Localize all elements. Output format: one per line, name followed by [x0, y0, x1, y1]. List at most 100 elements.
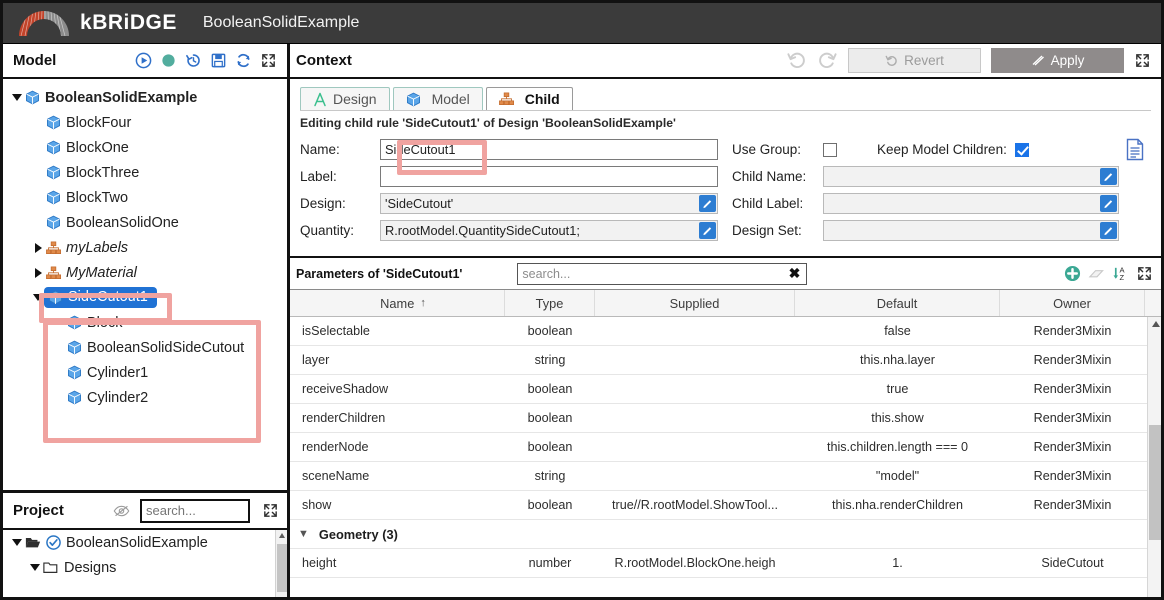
- history-icon[interactable]: [185, 52, 202, 69]
- tab-child[interactable]: Child: [485, 87, 573, 110]
- scroll-up-arrow-icon[interactable]: [1152, 321, 1160, 327]
- form-field-label: Design Set:: [732, 223, 802, 238]
- keep-model-children-checkbox[interactable]: [1014, 142, 1029, 157]
- form-field-input[interactable]: R.rootModel.QuantitySideCutout1;: [380, 220, 718, 241]
- form-field-input[interactable]: 'SideCutout': [380, 193, 718, 214]
- add-icon[interactable]: [1064, 265, 1081, 282]
- column-header-default[interactable]: Default: [795, 290, 1000, 316]
- model-tree-item[interactable]: BlockFour: [3, 110, 287, 135]
- model-tree-item[interactable]: BlockOne: [3, 135, 287, 160]
- edit-pencil-icon[interactable]: [1100, 222, 1117, 239]
- parameters-search-placeholder[interactable]: search...: [522, 267, 786, 281]
- edit-pencil-icon[interactable]: [699, 195, 716, 212]
- table-row[interactable]: layer string this.nha.layer Render3Mixin: [290, 346, 1161, 375]
- tab-model[interactable]: Model: [392, 87, 483, 110]
- table-row[interactable]: show boolean true//R.rootModel.ShowTool...…: [290, 491, 1161, 520]
- left-panel: Model BooleanSolidExample BlockFour Bloc…: [3, 44, 290, 597]
- model-tree-item[interactable]: Block: [3, 310, 287, 335]
- selected-item-pill[interactable]: SideCutout1: [44, 287, 157, 308]
- table-group-row[interactable]: ▼ Geometry (3): [290, 520, 1161, 549]
- table-row[interactable]: isSelectable boolean false Render3Mixin: [290, 317, 1161, 346]
- model-tree-item[interactable]: SideCutout1: [3, 285, 287, 310]
- model-tree-item[interactable]: BooleanSolidSideCutout: [3, 335, 287, 360]
- scroll-up-arrow-icon[interactable]: [279, 533, 285, 538]
- sort-az-icon[interactable]: A Z: [1112, 265, 1129, 282]
- column-header-name[interactable]: Name ↑: [290, 290, 505, 316]
- document-icon[interactable]: [1125, 138, 1145, 161]
- undo-icon[interactable]: [786, 50, 807, 71]
- table-row[interactable]: renderNode boolean this.children.length ==…: [290, 433, 1161, 462]
- parameters-scrollbar[interactable]: [1147, 317, 1161, 597]
- model-tree-item[interactable]: Cylinder1: [3, 360, 287, 385]
- table-row[interactable]: height number R.rootModel.BlockOne.heigh 1.…: [290, 549, 1161, 578]
- project-scroll-thumb[interactable]: [277, 544, 287, 592]
- project-search-input[interactable]: [140, 498, 250, 523]
- model-tree-item-label: BooleanSolidOne: [66, 214, 179, 231]
- parameters-expand-icon[interactable]: [1136, 265, 1153, 282]
- form-field-input[interactable]: SideCutout1: [380, 139, 718, 160]
- status-dot-icon[interactable]: [160, 52, 177, 69]
- use-group-checkbox[interactable]: [823, 142, 837, 157]
- edit-pencil-icon[interactable]: [1100, 195, 1117, 212]
- parameters-panel: Parameters of 'SideCutout1' search... ✖: [290, 258, 1161, 597]
- edit-pencil-icon[interactable]: [699, 222, 716, 239]
- save-icon[interactable]: [210, 52, 227, 69]
- revert-button[interactable]: Revert: [848, 48, 981, 73]
- project-tree-item[interactable]: Designs: [3, 555, 287, 580]
- model-tree-item[interactable]: Cylinder2: [3, 385, 287, 410]
- model-tree-item-label: MyMaterial: [66, 264, 137, 281]
- form-left-column: Name: SideCutout1 Label: Design: 'SideCutout…: [300, 136, 718, 244]
- apply-button[interactable]: Apply: [991, 48, 1124, 73]
- model-tree-item[interactable]: BooleanSolidOne: [3, 210, 287, 235]
- cube-icon: [47, 190, 60, 205]
- form-field-input[interactable]: [823, 220, 1119, 241]
- project-tree-item[interactable]: BooleanSolidExample: [3, 530, 287, 555]
- eraser-icon[interactable]: [1088, 265, 1105, 282]
- form-field-input[interactable]: [823, 193, 1119, 214]
- table-row[interactable]: renderChildren boolean this.show Render3Mix…: [290, 404, 1161, 433]
- project-tree-item-label: BooleanSolidExample: [66, 534, 208, 551]
- form-field-input[interactable]: [823, 166, 1119, 187]
- parameters-table: Name ↑ Type Supplied Default Owner isSelectab…: [290, 290, 1161, 597]
- model-tree-item-label: Cylinder2: [87, 389, 149, 406]
- project-scrollbar[interactable]: [275, 530, 287, 597]
- table-row[interactable]: receiveShadow boolean true Render3Mixin: [290, 375, 1161, 404]
- column-header-supplied[interactable]: Supplied: [595, 290, 795, 316]
- project-expand-icon[interactable]: [262, 502, 279, 519]
- column-header-owner[interactable]: Owner: [1000, 290, 1145, 316]
- apply-icon: [1032, 55, 1044, 66]
- keep-model-children-label: Keep Model Children:: [877, 142, 1007, 157]
- model-tree-item[interactable]: BlockThree: [3, 160, 287, 185]
- form-field-input[interactable]: [380, 166, 718, 187]
- twisty-collapsed-icon[interactable]: [30, 267, 46, 278]
- model-tree-item[interactable]: BooleanSolidExample: [3, 85, 287, 110]
- close-icon[interactable]: ✖: [787, 265, 803, 282]
- parameters-scroll-thumb[interactable]: [1149, 425, 1161, 540]
- context-expand-icon[interactable]: [1134, 52, 1151, 69]
- parameters-table-body[interactable]: isSelectable boolean false Render3Mixin laye…: [290, 317, 1161, 597]
- twisty-collapsed-icon[interactable]: [30, 242, 46, 253]
- run-icon[interactable]: [135, 52, 152, 69]
- twisty-expanded-icon[interactable]: [9, 94, 25, 101]
- model-tree[interactable]: BooleanSolidExample BlockFour BlockOne Bloc…: [3, 79, 287, 490]
- expand-icon[interactable]: [260, 52, 277, 69]
- model-tree-item-label: BlockTwo: [66, 189, 129, 206]
- twisty-expanded-icon[interactable]: [9, 539, 25, 546]
- cell-owner: Render3Mixin: [1033, 411, 1112, 425]
- chevron-down-icon[interactable]: ▼: [298, 528, 309, 540]
- eye-slash-icon[interactable]: [113, 504, 130, 518]
- model-tree-item[interactable]: BlockTwo: [3, 185, 287, 210]
- model-tree-item[interactable]: myLabels: [3, 235, 287, 260]
- cell-default: "model": [875, 469, 920, 483]
- tab-design[interactable]: Design: [300, 87, 390, 110]
- parameters-search[interactable]: search... ✖: [517, 262, 808, 285]
- table-row[interactable]: sceneName string "model" Render3Mixin: [290, 462, 1161, 491]
- edit-pencil-icon[interactable]: [1100, 168, 1117, 185]
- refresh-icon[interactable]: [235, 52, 252, 69]
- column-header-type[interactable]: Type: [505, 290, 595, 316]
- context-tabs[interactable]: Design Model Child: [294, 86, 1157, 110]
- project-tree[interactable]: BooleanSolidExample Designs: [3, 530, 287, 597]
- twisty-expanded-icon[interactable]: [27, 564, 43, 571]
- redo-icon[interactable]: [817, 50, 838, 71]
- model-tree-item[interactable]: MyMaterial: [3, 260, 287, 285]
